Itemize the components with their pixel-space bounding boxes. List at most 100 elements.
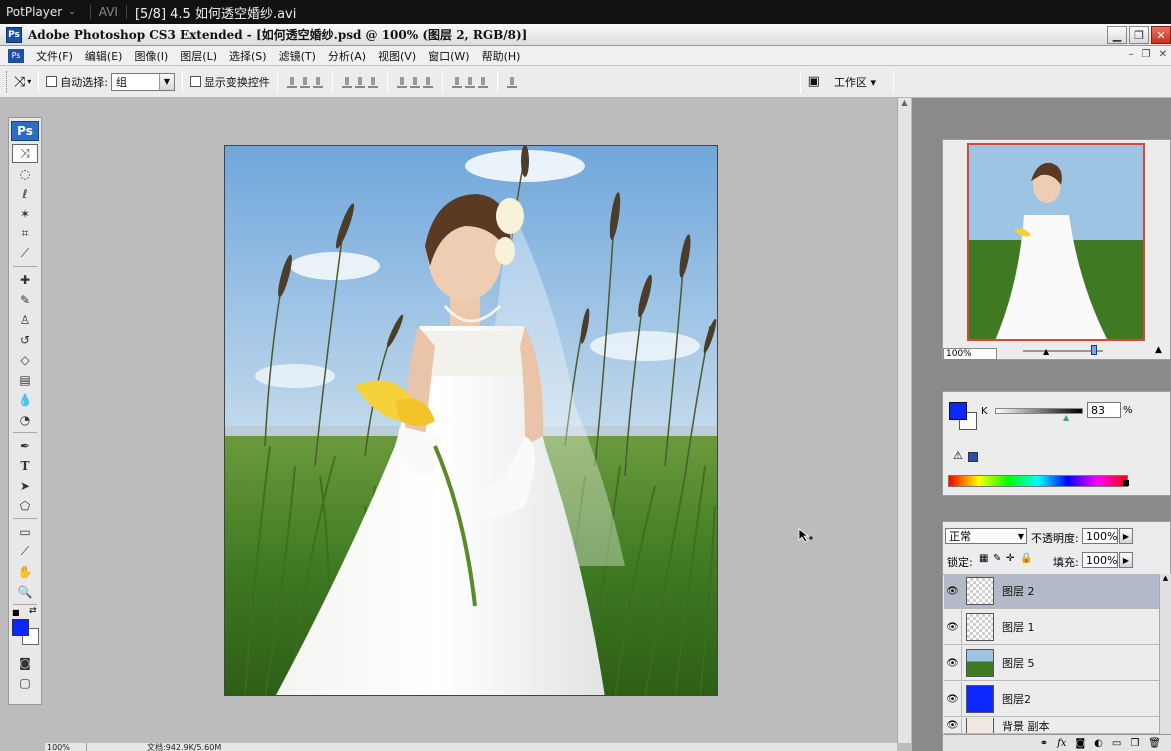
layer-row[interactable]: 👁 图层 1 <box>944 609 1159 645</box>
menu-layer[interactable]: 图层(L) <box>174 48 223 64</box>
zoom-in-icon[interactable]: ▲ <box>1155 345 1162 355</box>
auto-align-icon[interactable] <box>506 76 517 88</box>
crop-tool-icon[interactable]: ⌗ <box>12 224 38 243</box>
layers-scrollbar[interactable]: ▲ <box>1159 574 1171 734</box>
document-icon[interactable]: Ps <box>8 48 24 63</box>
fill-arrow-button[interactable]: ▶ <box>1119 552 1133 568</box>
menu-edit[interactable]: 编辑(E) <box>79 48 129 64</box>
doc-restore-button[interactable]: ❐ <box>1142 49 1151 60</box>
lock-image-icon[interactable]: ✎ <box>993 553 1001 564</box>
navigator-thumbnail[interactable] <box>967 143 1145 341</box>
lock-position-icon[interactable]: ✛ <box>1006 553 1014 564</box>
auto-select-checkbox[interactable] <box>46 76 58 87</box>
menu-window[interactable]: 窗口(W) <box>422 48 475 64</box>
eraser-tool-icon[interactable]: ◇ <box>12 350 38 369</box>
menu-view[interactable]: 视图(V) <box>372 48 422 64</box>
close-button[interactable]: ✕ <box>1151 26 1171 44</box>
history-brush-tool-icon[interactable]: ↺ <box>12 330 38 349</box>
status-zoom[interactable]: 100% <box>45 743 87 751</box>
gamut-warning-icon[interactable]: ⚠ <box>953 449 963 462</box>
player-menu-button[interactable]: PotPlayer ⌄ <box>0 5 82 19</box>
zoom-slider-thumb[interactable] <box>1091 345 1097 355</box>
color-ramp[interactable] <box>948 475 1128 487</box>
opacity-field[interactable]: 100% <box>1082 528 1118 544</box>
k-value-field[interactable]: 83 <box>1087 402 1121 418</box>
eyedropper-tool-icon[interactable]: ⟋ <box>12 542 38 561</box>
path-selection-tool-icon[interactable]: ➤ <box>12 476 38 495</box>
menu-image[interactable]: 图像(I) <box>128 48 174 64</box>
eye-icon[interactable]: 👁 <box>944 573 962 609</box>
menu-file[interactable]: 文件(F) <box>30 48 79 64</box>
fill-field[interactable]: 100% <box>1082 552 1118 568</box>
distribute-top-icons[interactable] <box>396 76 433 88</box>
horizontal-scrollbar[interactable] <box>280 743 897 751</box>
zoom-tool-icon[interactable]: 🔍 <box>12 582 38 601</box>
tool-preset-dropdown[interactable]: ▾ <box>27 77 31 86</box>
restore-button[interactable]: ❐ <box>1129 26 1149 44</box>
menu-analysis[interactable]: 分析(A) <box>322 48 372 64</box>
link-layers-icon[interactable]: ⚭ <box>1040 738 1048 749</box>
healing-brush-tool-icon[interactable]: ✚ <box>12 270 38 289</box>
blend-mode-dropdown[interactable]: 正常 ▼ <box>945 528 1027 544</box>
eye-icon[interactable]: 👁 <box>944 718 962 733</box>
notes-tool-icon[interactable]: ▭ <box>12 522 38 541</box>
quick-mask-icon[interactable]: ◙ <box>12 653 38 672</box>
adjustment-layer-icon[interactable]: ◐ <box>1094 738 1103 749</box>
menu-filter[interactable]: 滤镜(T) <box>273 48 322 64</box>
minimize-button[interactable]: ▁ <box>1107 26 1127 44</box>
marquee-tool-icon[interactable]: ◌ <box>12 164 38 183</box>
doc-close-button[interactable]: ✕ <box>1159 49 1167 60</box>
gradient-tool-icon[interactable]: ▤ <box>12 370 38 389</box>
k-slider[interactable] <box>995 408 1083 414</box>
opacity-arrow-button[interactable]: ▶ <box>1119 528 1133 544</box>
eye-icon[interactable]: 👁 <box>944 681 962 717</box>
eye-icon[interactable]: 👁 <box>944 609 962 645</box>
workspace-menu-button[interactable]: 工作区 ▾ <box>834 74 876 90</box>
lock-transparent-icon[interactable]: ▦ <box>979 553 988 564</box>
layer-row[interactable]: 👁 图层2 <box>944 681 1159 717</box>
navigator-zoom-field[interactable]: 100% <box>943 348 997 360</box>
add-mask-icon[interactable]: ◙ <box>1075 738 1085 749</box>
swap-colors-icon[interactable]: ⇄ <box>29 606 37 616</box>
auto-select-dropdown[interactable]: 组 ▼ <box>110 72 175 91</box>
type-tool-icon[interactable]: T <box>12 456 38 475</box>
web-safe-swatch[interactable] <box>968 452 978 462</box>
delete-layer-icon[interactable]: 🗑 <box>1148 738 1161 749</box>
new-group-icon[interactable]: ▭ <box>1112 738 1121 749</box>
slider-triangle-icon[interactable]: ▲ <box>1063 413 1069 422</box>
bridge-icon[interactable]: ▣ <box>808 74 820 89</box>
menu-select[interactable]: 选择(S) <box>223 48 273 64</box>
document-canvas[interactable] <box>224 145 718 696</box>
layer-style-icon[interactable]: fx <box>1057 738 1066 749</box>
shape-tool-icon[interactable]: ⬠ <box>12 496 38 515</box>
foreground-color-swatch[interactable] <box>12 619 29 636</box>
clone-stamp-tool-icon[interactable]: ♙ <box>12 310 38 329</box>
align-left-icons[interactable] <box>341 76 378 88</box>
align-top-icons[interactable] <box>286 76 323 88</box>
move-tool-icon[interactable]: ⤨ <box>14 74 25 90</box>
screen-mode-icon[interactable]: ▢ <box>12 673 38 692</box>
magic-wand-tool-icon[interactable]: ✶ <box>12 204 38 223</box>
slice-tool-icon[interactable]: ⟋ <box>12 244 38 263</box>
layer-row[interactable]: 👁 背景 副本 <box>944 718 1159 734</box>
vertical-scrollbar[interactable]: ▲ <box>897 98 911 743</box>
show-transform-checkbox[interactable] <box>189 76 201 87</box>
color-fg-swatch[interactable] <box>949 402 967 420</box>
move-tool-icon[interactable]: ⤨ <box>12 144 38 163</box>
lock-all-icon[interactable]: 🔒 <box>1020 553 1032 564</box>
pen-tool-icon[interactable]: ✒ <box>12 436 38 455</box>
layer-row[interactable]: 👁 图层 2 <box>944 573 1159 609</box>
new-layer-icon[interactable]: ❐ <box>1130 738 1139 749</box>
lasso-tool-icon[interactable]: ℓ <box>12 184 38 203</box>
blur-tool-icon[interactable]: 💧 <box>12 390 38 409</box>
hand-tool-icon[interactable]: ✋ <box>12 562 38 581</box>
brush-tool-icon[interactable]: ✎ <box>12 290 38 309</box>
layer-row[interactable]: 👁 图层 5 <box>944 645 1159 681</box>
zoom-out-icon[interactable]: ▲ <box>1043 347 1049 356</box>
eye-icon[interactable]: 👁 <box>944 645 962 681</box>
doc-minimize-button[interactable]: – <box>1129 49 1134 60</box>
dodge-tool-icon[interactable]: ◔ <box>12 410 38 429</box>
menu-help[interactable]: 帮助(H) <box>476 48 527 64</box>
default-colors-icon[interactable]: ■ <box>12 608 20 617</box>
distribute-left-icons[interactable] <box>451 76 488 88</box>
